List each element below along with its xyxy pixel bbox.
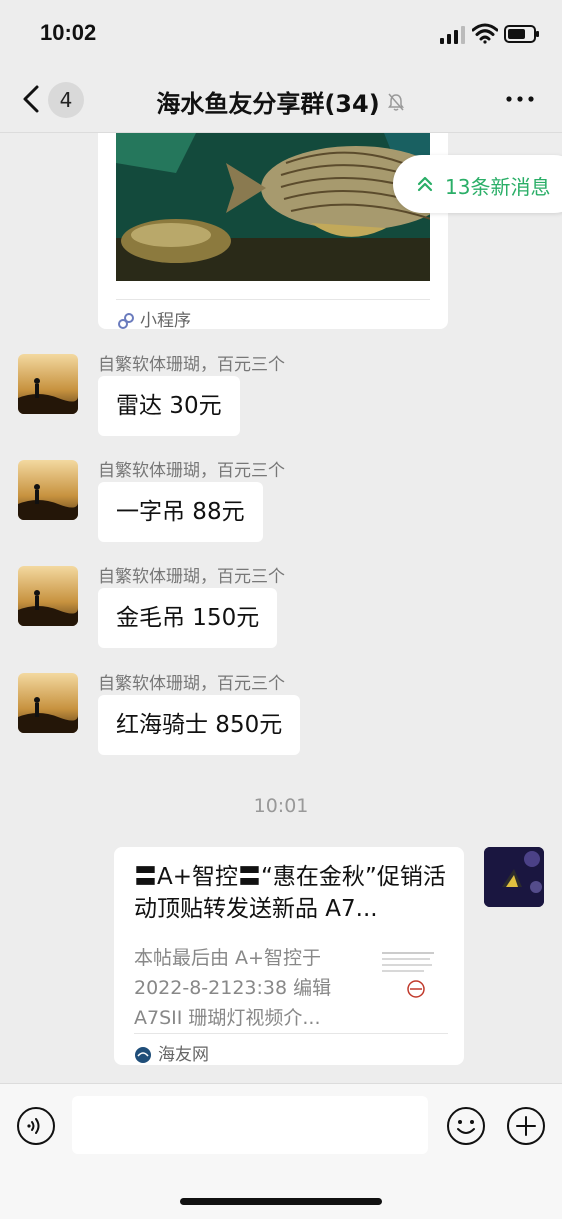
sender-name: 自繁软体珊瑚，百元三个 (98, 674, 285, 694)
chat-header: 4 海水鱼友分享群(34) (0, 66, 562, 133)
tang-fish-illustration (116, 133, 430, 281)
new-messages-pill[interactable]: 13条新消息 (393, 155, 562, 213)
voice-input-icon[interactable] (16, 1106, 56, 1146)
shared-link-card[interactable]: 〓A+智控〓“惠在金秋”促销活动顶贴转发送新品 A7... 本帖最后由 A+智控… (114, 847, 464, 1065)
link-title: 〓A+智控〓“惠在金秋”促销活动顶贴转发送新品 A7... (134, 864, 446, 922)
plus-icon[interactable] (506, 1106, 546, 1146)
avatar[interactable] (18, 673, 78, 733)
link-description: 本帖最后由 A+智控于 2022-8-2123:38 编辑 A7SII 珊瑚灯视… (134, 947, 332, 1029)
site-logo-icon (135, 1047, 151, 1063)
mini-program-icon (118, 313, 134, 329)
link-source-label: 海友网 (158, 1045, 209, 1065)
fish-avatar-image (484, 847, 544, 907)
chat-message: 自繁软体珊瑚，百元三个 一字吊 88元 (0, 456, 562, 560)
double-chevron-up-icon (417, 176, 433, 192)
chat-title: 海水鱼友分享群(34) (0, 84, 562, 119)
chat-message: 自繁软体珊瑚，百元三个 雷达 30元 (0, 350, 562, 454)
mini-program-label: 小程序 (140, 311, 191, 331)
message-input[interactable] (72, 1096, 428, 1154)
link-source-footer: 海友网 (134, 1033, 448, 1065)
battery-icon (504, 25, 539, 43)
fish-photo (116, 133, 430, 281)
mute-bell-icon (387, 93, 404, 111)
cellular-signal-icon (440, 26, 465, 44)
status-time: 10:02 (40, 20, 97, 45)
chat-message: 自繁软体珊瑚，百元三个 金毛吊 150元 (0, 562, 562, 666)
my-avatar[interactable] (484, 847, 544, 907)
more-options-icon[interactable] (504, 88, 536, 110)
status-bar: 10:02 (0, 0, 562, 66)
link-thumbnail (374, 943, 442, 1011)
mini-program-card[interactable]: 小程序 (98, 133, 448, 331)
message-list[interactable]: 小程序 13条新消息 自繁软体珊瑚，百元三个 雷达 30元 自繁软体珊瑚，百元三… (0, 133, 562, 1083)
sender-name: 自繁软体珊瑚，百元三个 (98, 355, 285, 375)
chat-title-text: 海水鱼友分享群(34) (156, 90, 380, 118)
input-bar (0, 1083, 562, 1219)
avatar[interactable] (18, 354, 78, 414)
message-bubble[interactable]: 金毛吊 150元 (98, 588, 278, 648)
message-timestamp: 10:01 (253, 795, 309, 817)
home-indicator (180, 1198, 382, 1205)
mini-program-footer: 小程序 (116, 299, 430, 331)
wifi-icon (472, 23, 498, 44)
sender-name: 自繁软体珊瑚，百元三个 (98, 461, 285, 481)
message-bubble[interactable]: 雷达 30元 (98, 376, 240, 436)
sender-name: 自繁软体珊瑚，百元三个 (98, 567, 285, 587)
chat-message: 自繁软体珊瑚，百元三个 红海骑士 850元 (0, 669, 562, 773)
new-messages-label: 13条新消息 (445, 175, 551, 199)
avatar[interactable] (18, 566, 78, 626)
emoji-icon[interactable] (446, 1106, 486, 1146)
message-bubble[interactable]: 红海骑士 850元 (98, 695, 301, 755)
message-bubble[interactable]: 一字吊 88元 (98, 482, 263, 542)
avatar[interactable] (18, 460, 78, 520)
